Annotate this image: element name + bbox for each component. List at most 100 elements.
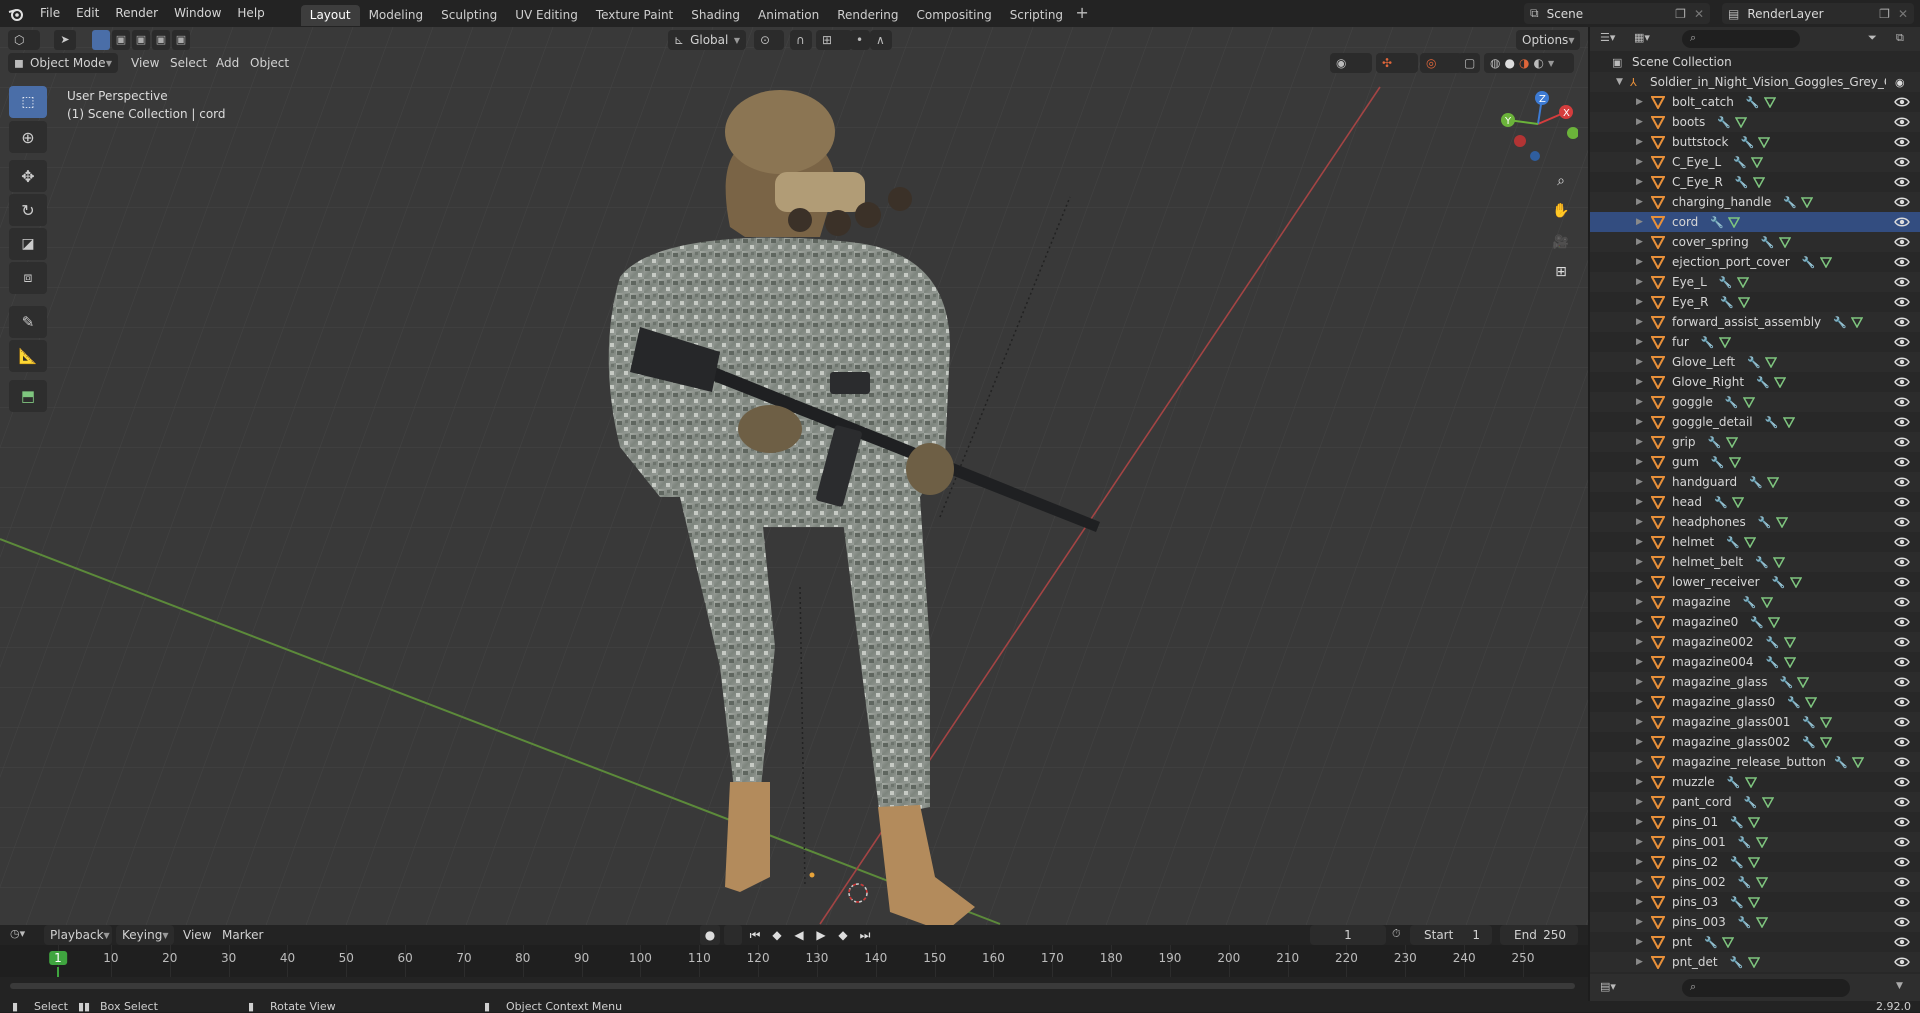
- modifier-wrench-icon[interactable]: 🔧: [1740, 136, 1754, 149]
- chevron-right-icon[interactable]: ▶: [1636, 497, 1643, 507]
- modifier-wrench-icon[interactable]: 🔧: [1802, 256, 1816, 269]
- outliner-item[interactable]: ▶ head 🔧: [1590, 492, 1920, 512]
- outliner-item[interactable]: ▶ helmet_belt 🔧: [1590, 552, 1920, 572]
- modifier-wrench-icon[interactable]: 🔧: [1772, 576, 1786, 589]
- chevron-right-icon[interactable]: ▶: [1636, 957, 1643, 967]
- mesh-data-icon[interactable]: [1748, 816, 1761, 828]
- eye-icon[interactable]: [1894, 216, 1910, 228]
- modifier-wrench-icon[interactable]: 🔧: [1765, 416, 1779, 429]
- tab-rendering[interactable]: Rendering: [828, 5, 907, 26]
- outliner-item[interactable]: ▶ magazine_glass002 🔧: [1590, 732, 1920, 752]
- chevron-right-icon[interactable]: ▶: [1636, 97, 1643, 107]
- outliner-item[interactable]: ▶ pnt_det 🔧: [1590, 952, 1920, 972]
- outliner-item[interactable]: ▶ C_Eye_R 🔧: [1590, 172, 1920, 192]
- outliner-item[interactable]: ▶ pins_03 🔧: [1590, 892, 1920, 912]
- modifier-wrench-icon[interactable]: 🔧: [1834, 756, 1848, 769]
- scene-selector[interactable]: ⧉ Scene ❐ ✕: [1524, 3, 1710, 24]
- outliner-item[interactable]: ▶ cover_spring 🔧: [1590, 232, 1920, 252]
- zoom-view-button[interactable]: ⌕: [1548, 168, 1574, 194]
- chevron-down-icon[interactable]: ▼: [1896, 981, 1903, 991]
- outliner-item[interactable]: ▶ pant_cord 🔧: [1590, 792, 1920, 812]
- chevron-right-icon[interactable]: ▶: [1636, 797, 1643, 807]
- pan-view-button[interactable]: ✋: [1548, 198, 1574, 224]
- mesh-data-icon[interactable]: [1728, 216, 1741, 228]
- mesh-data-icon[interactable]: [1718, 336, 1731, 348]
- mesh-data-icon[interactable]: [1768, 616, 1781, 628]
- start-frame-field[interactable]: Start 1: [1410, 925, 1492, 945]
- chevron-down-icon[interactable]: ▼: [1616, 77, 1623, 87]
- modifier-wrench-icon[interactable]: 🔧: [1802, 716, 1816, 729]
- mesh-data-icon[interactable]: [1755, 836, 1768, 848]
- close-icon[interactable]: ✕: [1898, 7, 1908, 21]
- chevron-right-icon[interactable]: ▶: [1636, 197, 1643, 207]
- select-subtract-icon[interactable]: ▣: [132, 30, 150, 50]
- mesh-data-icon[interactable]: [1747, 956, 1760, 968]
- eye-icon[interactable]: [1894, 496, 1910, 508]
- outliner-item[interactable]: ▶ pins_01 🔧: [1590, 812, 1920, 832]
- eye-icon[interactable]: [1894, 636, 1910, 648]
- outliner-item[interactable]: ▶ goggle 🔧: [1590, 392, 1920, 412]
- mesh-data-icon[interactable]: [1820, 736, 1833, 748]
- mesh-data-icon[interactable]: [1742, 396, 1755, 408]
- timeline-scrollbar[interactable]: [10, 983, 1575, 989]
- outliner-item[interactable]: ▶ forward_assist_assembly 🔧: [1590, 312, 1920, 332]
- chevron-right-icon[interactable]: ▶: [1636, 317, 1643, 327]
- play-icon[interactable]: ▶: [812, 925, 830, 945]
- outliner-item[interactable]: ▶ buttstock 🔧: [1590, 132, 1920, 152]
- mode-dropdown[interactable]: ◼ Object Mode ▼: [8, 53, 118, 73]
- blender-logo-icon[interactable]: [0, 0, 32, 27]
- modifier-wrench-icon[interactable]: 🔧: [1758, 516, 1772, 529]
- chevron-right-icon[interactable]: ▶: [1636, 757, 1643, 767]
- modifier-wrench-icon[interactable]: 🔧: [1744, 796, 1758, 809]
- mesh-data-icon[interactable]: [1758, 136, 1771, 148]
- eye-icon[interactable]: [1894, 516, 1910, 528]
- select-new-icon[interactable]: [92, 30, 110, 50]
- chevron-right-icon[interactable]: ▶: [1636, 357, 1643, 367]
- mesh-data-icon[interactable]: [1751, 156, 1764, 168]
- eye-icon[interactable]: [1894, 656, 1910, 668]
- outliner-item[interactable]: ▶ lower_receiver 🔧: [1590, 572, 1920, 592]
- modifier-wrench-icon[interactable]: 🔧: [1747, 356, 1761, 369]
- outliner-item[interactable]: ▶ cord 🔧: [1590, 212, 1920, 232]
- modifier-wrench-icon[interactable]: 🔧: [1743, 596, 1757, 609]
- menu-edit[interactable]: Edit: [68, 0, 107, 27]
- eye-icon[interactable]: [1894, 316, 1910, 328]
- chevron-down-icon[interactable]: ▼: [1548, 59, 1554, 68]
- outliner-item[interactable]: ▶ magazine002 🔧: [1590, 632, 1920, 652]
- eye-icon[interactable]: [1894, 556, 1910, 568]
- eye-icon[interactable]: [1894, 116, 1910, 128]
- mesh-data-icon[interactable]: [1765, 356, 1778, 368]
- navigation-gizmo[interactable]: X Y Z: [1498, 88, 1578, 168]
- eye-icon[interactable]: [1894, 696, 1910, 708]
- modifier-wrench-icon[interactable]: 🔧: [1708, 436, 1722, 449]
- mesh-data-icon[interactable]: [1721, 936, 1734, 948]
- chevron-right-icon[interactable]: ▶: [1636, 717, 1643, 727]
- menu-window[interactable]: Window: [166, 0, 229, 27]
- chevron-right-icon[interactable]: ▶: [1636, 897, 1643, 907]
- outliner-item[interactable]: ▶ helmet 🔧: [1590, 532, 1920, 552]
- chevron-right-icon[interactable]: ▶: [1636, 517, 1643, 527]
- transform-orientation-dropdown[interactable]: ⊾ Global ▼: [668, 30, 746, 50]
- tab-animation[interactable]: Animation: [749, 5, 828, 26]
- outliner-item[interactable]: ▶ goggle_detail 🔧: [1590, 412, 1920, 432]
- outliner-item[interactable]: ▶ charging_handle 🔧: [1590, 192, 1920, 212]
- mesh-data-icon[interactable]: [1755, 876, 1768, 888]
- mesh-data-icon[interactable]: [1789, 576, 1802, 588]
- chevron-right-icon[interactable]: ▶: [1636, 597, 1643, 607]
- eye-icon[interactable]: [1894, 396, 1910, 408]
- mesh-data-icon[interactable]: [1725, 436, 1738, 448]
- display-mode-icon[interactable]: ☰▾: [1600, 31, 1615, 44]
- eye-icon[interactable]: [1894, 956, 1910, 968]
- menu-file[interactable]: File: [32, 0, 68, 27]
- jump-end-icon[interactable]: ⏭: [856, 925, 874, 945]
- select-intersect-icon[interactable]: ▣: [172, 30, 190, 50]
- eye-icon[interactable]: [1894, 436, 1910, 448]
- chevron-right-icon[interactable]: ▶: [1636, 837, 1643, 847]
- eye-icon[interactable]: [1894, 796, 1910, 808]
- chevron-right-icon[interactable]: ▶: [1636, 377, 1643, 387]
- mesh-data-icon[interactable]: [1731, 496, 1744, 508]
- material-shading-icon[interactable]: ◑: [1519, 56, 1529, 70]
- mesh-data-icon[interactable]: [1752, 176, 1765, 188]
- menu-view[interactable]: View: [131, 53, 159, 73]
- modifier-wrench-icon[interactable]: 🔧: [1719, 276, 1733, 289]
